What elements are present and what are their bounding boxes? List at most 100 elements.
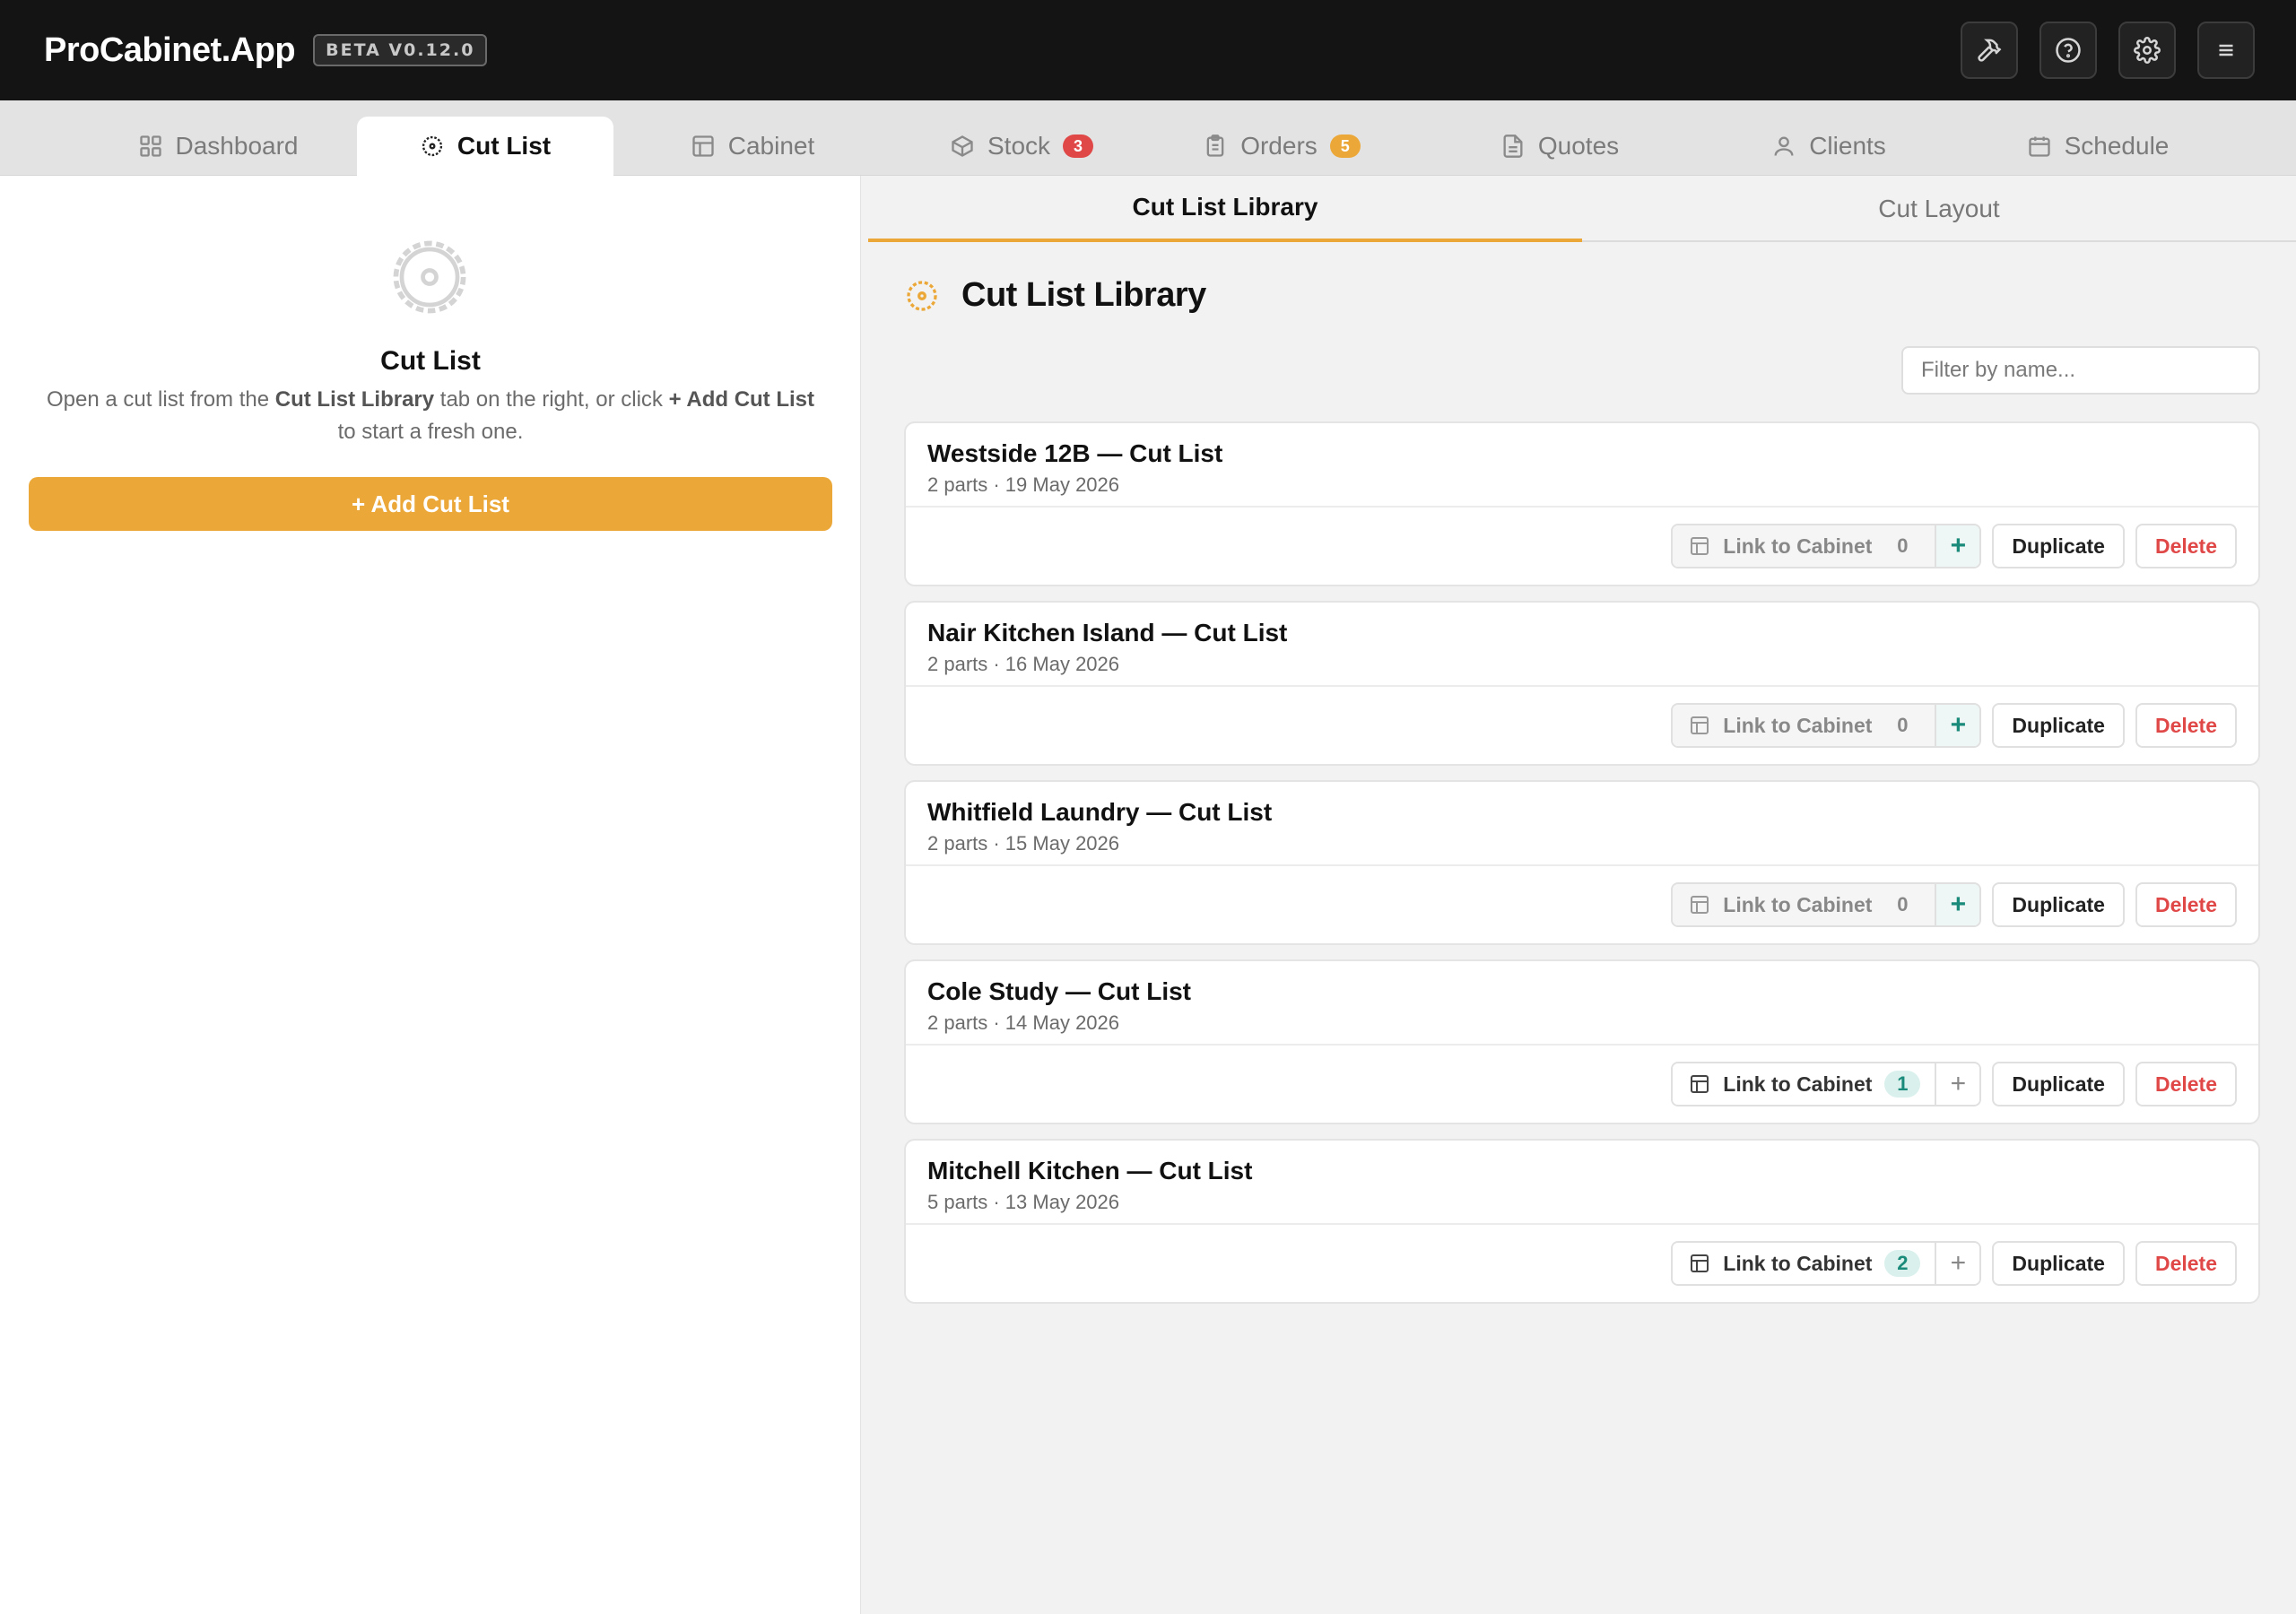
desc-library-ref: Cut List Library: [274, 387, 435, 412]
link-to-cabinet-button[interactable]: Link to Cabinet 0: [1673, 884, 1935, 925]
tools-button[interactable]: [1961, 22, 2018, 79]
delete-button[interactable]: Delete: [2135, 703, 2237, 748]
cut-list-name[interactable]: Westside 12B — Cut List: [927, 439, 2258, 468]
link-to-cabinet-group: Link to Cabinet 1 +: [1671, 1062, 1982, 1106]
delete-button[interactable]: Delete: [2135, 1062, 2237, 1106]
empty-state-title: Cut List: [380, 346, 481, 376]
card-actions: Link to Cabinet 0 + Duplicate Delete: [1671, 703, 2237, 748]
linked-count: 1: [1884, 1071, 1921, 1098]
main-tabs: Dashboard Cut List Cabinet Stock 3 Order…: [0, 100, 2296, 176]
tab-clients[interactable]: Clients: [1699, 117, 1959, 176]
linked-count: 2: [1884, 1250, 1921, 1277]
card-header: Whitfield Laundry — Cut List 2 parts · 1…: [906, 782, 2258, 866]
linked-count: 0: [1897, 534, 1909, 557]
library-subtabs: Cut List Library Cut Layout: [868, 176, 2296, 242]
tab-label: Dashboard: [175, 132, 299, 160]
cut-list-card: Whitfield Laundry — Cut List 2 parts · 1…: [904, 780, 2260, 945]
add-cut-list-button[interactable]: + Add Cut List: [29, 477, 832, 531]
desc-text: tab on the right, or click: [434, 387, 669, 412]
card-actions: Link to Cabinet 0 + Duplicate Delete: [1671, 882, 2237, 927]
linked-count: 0: [1897, 893, 1909, 915]
tab-label: Quotes: [1537, 132, 1620, 160]
cut-list-name[interactable]: Nair Kitchen Island — Cut List: [927, 619, 2258, 647]
tab-label: Cabinet: [727, 132, 815, 160]
link-to-cabinet-group: Link to Cabinet 2 +: [1671, 1241, 1982, 1286]
cut-list-name[interactable]: Cole Study — Cut List: [927, 977, 2258, 1006]
cut-list-card: Nair Kitchen Island — Cut List 2 parts ·…: [904, 601, 2260, 766]
card-actions: Link to Cabinet 1 + Duplicate Delete: [1671, 1062, 2237, 1106]
tab-cut-list[interactable]: Cut List: [357, 117, 613, 176]
saw-blade-icon: [393, 240, 466, 314]
cut-list-meta: 2 parts · 15 May 2026: [927, 832, 1120, 855]
filter-input[interactable]: [1901, 346, 2260, 395]
desc-text: Open a cut list from the: [46, 387, 275, 412]
link-to-cabinet-button[interactable]: Link to Cabinet 0: [1673, 705, 1935, 746]
cut-list-name[interactable]: Whitfield Laundry — Cut List: [927, 798, 2258, 827]
cabinet-icon: [1691, 716, 1709, 734]
card-actions: Link to Cabinet 2 + Duplicate Delete: [1671, 1241, 2237, 1286]
orders-count-badge: 5: [1329, 134, 1361, 158]
delete-button[interactable]: Delete: [2135, 524, 2237, 568]
link-to-cabinet-group: Link to Cabinet 0 +: [1671, 524, 1982, 568]
tab-orders[interactable]: Orders 5: [1152, 117, 1412, 176]
cabinet-icon: [1691, 896, 1709, 914]
duplicate-button[interactable]: Duplicate: [1992, 1241, 2125, 1286]
cut-list-meta: 2 parts · 19 May 2026: [927, 473, 1120, 496]
delete-button[interactable]: Delete: [2135, 882, 2237, 927]
desc-text: to start a fresh one.: [337, 420, 524, 444]
link-label: Link to Cabinet: [1723, 1072, 1873, 1096]
link-label: Link to Cabinet: [1723, 713, 1873, 737]
tab-label: Schedule: [2064, 132, 2170, 160]
cut-list-meta: 5 parts · 13 May 2026: [927, 1191, 1120, 1213]
app-name: ProCabinet.App: [44, 30, 296, 69]
link-to-cabinet-button[interactable]: Link to Cabinet 1: [1673, 1063, 1935, 1105]
link-to-cabinet-button[interactable]: Link to Cabinet 0: [1673, 525, 1935, 567]
cut-list-card: Mitchell Kitchen — Cut List 5 parts · 13…: [904, 1139, 2260, 1304]
duplicate-button[interactable]: Duplicate: [1992, 524, 2125, 568]
link-label: Link to Cabinet: [1723, 1251, 1873, 1275]
duplicate-button[interactable]: Duplicate: [1992, 703, 2125, 748]
tab-stock[interactable]: Stock 3: [891, 117, 1152, 176]
cut-list-panel: Cut List Open a cut list from the Cut Li…: [0, 176, 861, 1614]
link-label: Link to Cabinet: [1723, 892, 1873, 916]
top-bar: ProCabinet.App BETA V0.12.0: [0, 0, 2296, 100]
link-to-cabinet-group: Link to Cabinet 0 +: [1671, 882, 1982, 927]
tab-label: Orders: [1240, 132, 1318, 160]
cabinet-icon: [1691, 1254, 1709, 1272]
empty-state-description: Open a cut list from the Cut List Librar…: [36, 384, 825, 448]
add-link-button[interactable]: +: [1935, 705, 1980, 746]
library-title: Cut List Library: [961, 276, 1206, 314]
card-header: Nair Kitchen Island — Cut List 2 parts ·…: [906, 603, 2258, 687]
link-to-cabinet-button[interactable]: Link to Cabinet 2: [1673, 1243, 1935, 1284]
version-badge: BETA V0.12.0: [313, 34, 488, 66]
tab-schedule[interactable]: Schedule: [1968, 117, 2228, 176]
cut-list-meta: 2 parts · 14 May 2026: [927, 1011, 1120, 1034]
subtab-cut-layout[interactable]: Cut Layout: [1582, 176, 2296, 242]
user-icon: [1774, 136, 1794, 156]
tab-dashboard[interactable]: Dashboard: [88, 117, 348, 176]
cut-list-name[interactable]: Mitchell Kitchen — Cut List: [927, 1157, 2258, 1185]
delete-button[interactable]: Delete: [2135, 1241, 2237, 1286]
linked-count: 0: [1897, 714, 1909, 736]
duplicate-button[interactable]: Duplicate: [1992, 1062, 2125, 1106]
add-link-button[interactable]: +: [1935, 1063, 1980, 1105]
stock-count-badge: 3: [1063, 134, 1094, 158]
settings-button[interactable]: [2118, 22, 2176, 79]
help-button[interactable]: [2039, 22, 2097, 79]
calendar-icon: [2028, 136, 2050, 157]
subtab-cut-list-library[interactable]: Cut List Library: [868, 176, 1582, 242]
tab-label: Stock: [987, 132, 1051, 160]
add-link-button[interactable]: +: [1935, 525, 1980, 567]
document-icon: [1503, 134, 1523, 158]
grid-icon: [139, 135, 161, 157]
add-link-button[interactable]: +: [1935, 884, 1980, 925]
card-header: Mitchell Kitchen — Cut List 5 parts · 13…: [906, 1141, 2258, 1225]
desc-add-ref: + Add Cut List: [668, 387, 815, 412]
tab-cabinet[interactable]: Cabinet: [622, 117, 883, 176]
saw-icon: [907, 280, 937, 311]
tab-quotes[interactable]: Quotes: [1430, 117, 1690, 176]
menu-button[interactable]: [2197, 22, 2255, 79]
add-link-button[interactable]: +: [1935, 1243, 1980, 1284]
box-icon: [952, 135, 973, 157]
duplicate-button[interactable]: Duplicate: [1992, 882, 2125, 927]
